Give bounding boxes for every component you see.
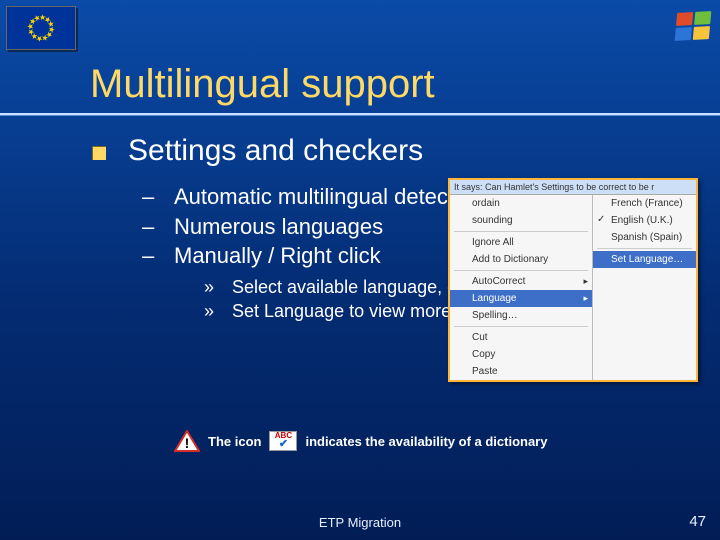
menu-item[interactable]: Ignore All: [450, 234, 592, 251]
bullet-text: Automatic multilingual detection: [174, 182, 483, 212]
eu-flag: ★ ★ ★ ★ ★ ★ ★ ★ ★ ★ ★ ★: [6, 6, 76, 50]
section-heading: Settings and checkers: [128, 134, 423, 168]
submenu-item-checked[interactable]: English (U.K.): [593, 212, 696, 229]
menu-item[interactable]: Copy: [450, 346, 592, 363]
square-bullet-icon: [92, 146, 106, 160]
spellcheck-icon: ABC✔: [269, 431, 297, 451]
note-pre: The icon: [208, 434, 261, 449]
eu-stars: ★ ★ ★ ★ ★ ★ ★ ★ ★ ★ ★ ★: [26, 13, 56, 43]
svg-text:!: !: [185, 435, 190, 451]
dictionary-note: ! The icon ABC✔ indicates the availabili…: [174, 430, 547, 452]
submenu-item-set-language[interactable]: Set Language…: [593, 251, 696, 268]
menu-item[interactable]: ordain: [450, 195, 592, 212]
subbullet-text: Select available language, or: [232, 275, 463, 299]
bullet-text: Manually / Right click: [174, 241, 381, 271]
submenu-item[interactable]: French (France): [593, 195, 696, 212]
menu-item[interactable]: Spelling…: [450, 307, 592, 324]
menu-titlebar: It says: Can Hamlet's Settings to be cor…: [450, 180, 696, 195]
slide-title: Multilingual support: [90, 62, 720, 107]
menu-item-language[interactable]: Language▸: [450, 290, 592, 307]
warning-icon: !: [174, 430, 200, 452]
subbullet-text: Set Language to view more: [232, 299, 451, 323]
context-menu-screenshot: It says: Can Hamlet's Settings to be cor…: [448, 178, 698, 382]
submenu-item[interactable]: Spanish (Spain): [593, 229, 696, 246]
windows-logo-icon: [675, 11, 712, 41]
dash-bullet: –: [142, 182, 154, 212]
menu-item[interactable]: sounding: [450, 212, 592, 229]
menu-item[interactable]: Cut: [450, 329, 592, 346]
raquo-bullet: »: [204, 299, 218, 323]
menu-item[interactable]: Add to Dictionary: [450, 251, 592, 268]
footer-text: ETP Migration: [0, 515, 720, 530]
menu-item[interactable]: Paste: [450, 363, 592, 380]
context-menu-main: ordain sounding Ignore All Add to Dictio…: [450, 195, 592, 380]
raquo-bullet: »: [204, 275, 218, 299]
dash-bullet: –: [142, 212, 154, 242]
dash-bullet: –: [142, 241, 154, 271]
page-number: 47: [689, 513, 706, 530]
note-post: indicates the availability of a dictiona…: [305, 434, 547, 449]
menu-item[interactable]: AutoCorrect▸: [450, 273, 592, 290]
bullet-text: Numerous languages: [174, 212, 383, 242]
context-submenu-language: French (France) English (U.K.) Spanish (…: [592, 195, 696, 380]
